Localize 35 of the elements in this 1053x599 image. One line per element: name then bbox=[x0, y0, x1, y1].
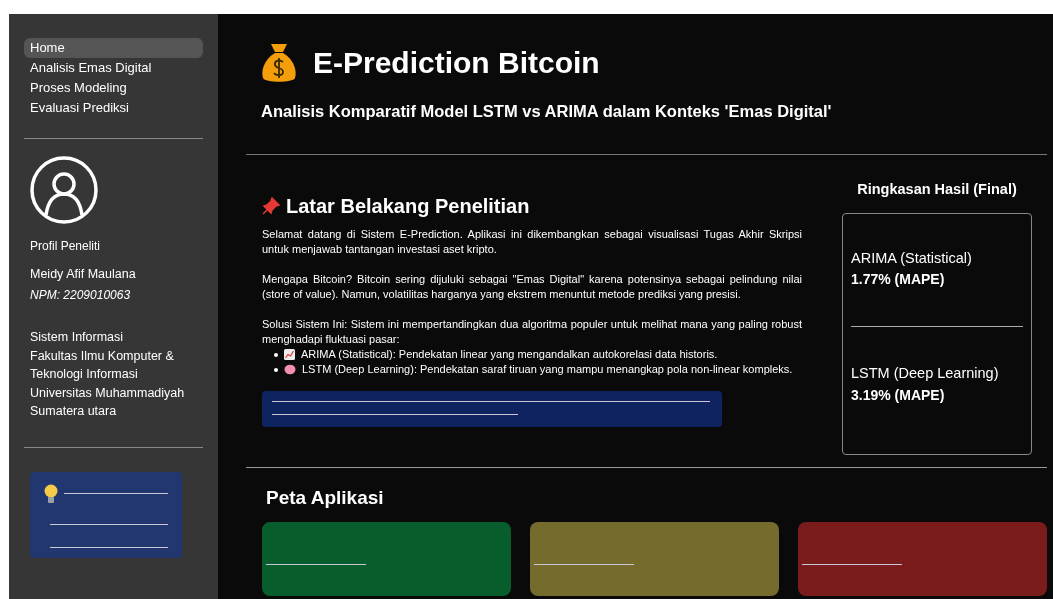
app-subtitle: Analisis Komparatif Model LSTM vs ARIMA dalam Konteks 'Emas Digital' bbox=[261, 101, 833, 122]
app-card[interactable] bbox=[530, 522, 779, 596]
money-bag-icon bbox=[261, 41, 297, 84]
paragraph: Selamat datang di Sistem E-Prediction. Aplikasi ini dikembangkan sebagai visualisasi Tugas Akhir Skripsi untuk menjawab tantangan investasi aset kripto. bbox=[262, 226, 802, 257]
paragraph: Mengapa Bitcoin? Bitcoin sering dijuluki sebagai "Emas Digital" karena potensinya sebagai pelindung nilai (store of value). Namun, volatilitas harganya yang ekstrem menuntut metode prediksi yang presisi. bbox=[262, 271, 802, 302]
section-heading: Latar Belakang Penelitian bbox=[286, 193, 530, 219]
model-name: LSTM (Deep Learning) bbox=[851, 364, 1000, 384]
affiliation-text: Sistem Informasi bbox=[30, 328, 125, 346]
pushpin-icon bbox=[262, 196, 280, 215]
app-card[interactable] bbox=[798, 522, 1047, 596]
bullet-text: LSTM (Deep Learning): Pendekatan saraf tiruan yang mampu menangkap pola non-linear kompleks. bbox=[302, 361, 793, 377]
chart-icon bbox=[284, 348, 295, 360]
app-card[interactable] bbox=[262, 522, 511, 596]
bullet-text: ARIMA (Statistical): Pendekatan linear yang mengandalkan autokorelasi data historis. bbox=[301, 346, 718, 362]
summary-heading: Ringkasan Hasil (Final) bbox=[857, 179, 1017, 199]
model-name: ARIMA (Statistical) bbox=[851, 248, 973, 268]
nav-item[interactable]: Home bbox=[24, 38, 203, 58]
affiliation-text: Universitas Muhammadiyah Sumatera utara bbox=[30, 384, 186, 420]
model-score: 3.19% (MAPE) bbox=[851, 386, 946, 405]
brain-icon bbox=[284, 363, 296, 375]
nav-item[interactable]: Analisis Emas Digital bbox=[24, 58, 203, 78]
bullet-icon bbox=[274, 367, 278, 372]
model-score: 1.77% (MAPE) bbox=[851, 270, 946, 290]
profile-heading: Profil Peneliti bbox=[29, 238, 102, 255]
avatar-icon bbox=[29, 155, 99, 225]
student-number: NPM: 2209010063 bbox=[29, 286, 132, 304]
paragraph: Solusi Sistem Ini: Sistem ini mempertandingkan dua algoritma populer untuk melihat mana yang paling robust menghadapi fluktuasi pasar: bbox=[262, 316, 802, 347]
affiliation-text: Fakultas Ilmu Komputer & Teknologi Informasi bbox=[30, 347, 175, 383]
section-heading: Peta Aplikasi bbox=[266, 485, 385, 510]
researcher-name: Meidy Afif Maulana bbox=[29, 266, 137, 283]
nav-item[interactable]: Evaluasi Prediksi bbox=[24, 98, 203, 118]
bullet-icon bbox=[274, 352, 278, 357]
lightbulb-icon bbox=[44, 483, 58, 504]
nav-item[interactable]: Proses Modeling bbox=[24, 78, 203, 98]
app-title: E-Prediction Bitcoin bbox=[313, 45, 600, 81]
